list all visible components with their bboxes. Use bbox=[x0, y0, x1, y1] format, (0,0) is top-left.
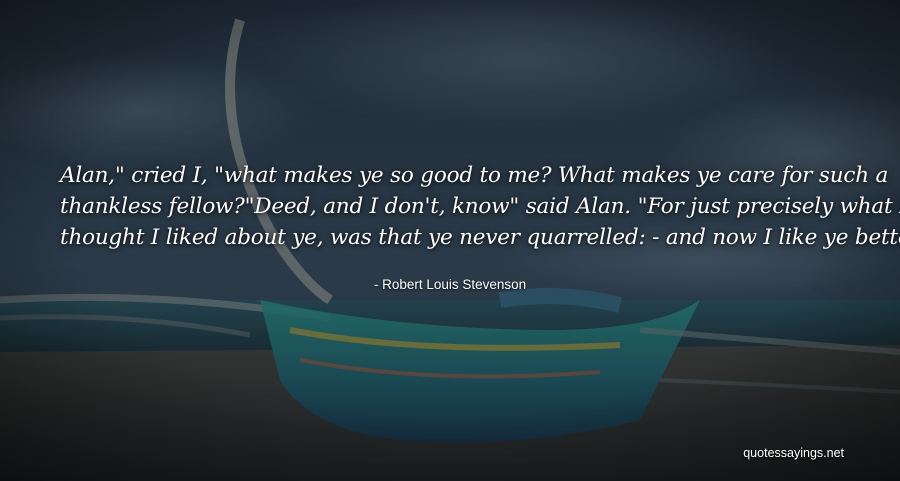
quote-text: Alan," cried I, "what makes ye so good t… bbox=[60, 160, 900, 253]
quote-image: Alan," cried I, "what makes ye so good t… bbox=[0, 0, 900, 481]
quote-line: thankless fellow?"Deed, and I don't, kno… bbox=[60, 194, 900, 219]
quote-line: Alan," cried I, "what makes ye so good t… bbox=[60, 163, 889, 188]
quote-line: thought I liked about ye, was that ye ne… bbox=[60, 225, 900, 250]
quote-author: - Robert Louis Stevenson bbox=[373, 277, 527, 292]
site-watermark: quotessayings.net bbox=[743, 446, 844, 460]
